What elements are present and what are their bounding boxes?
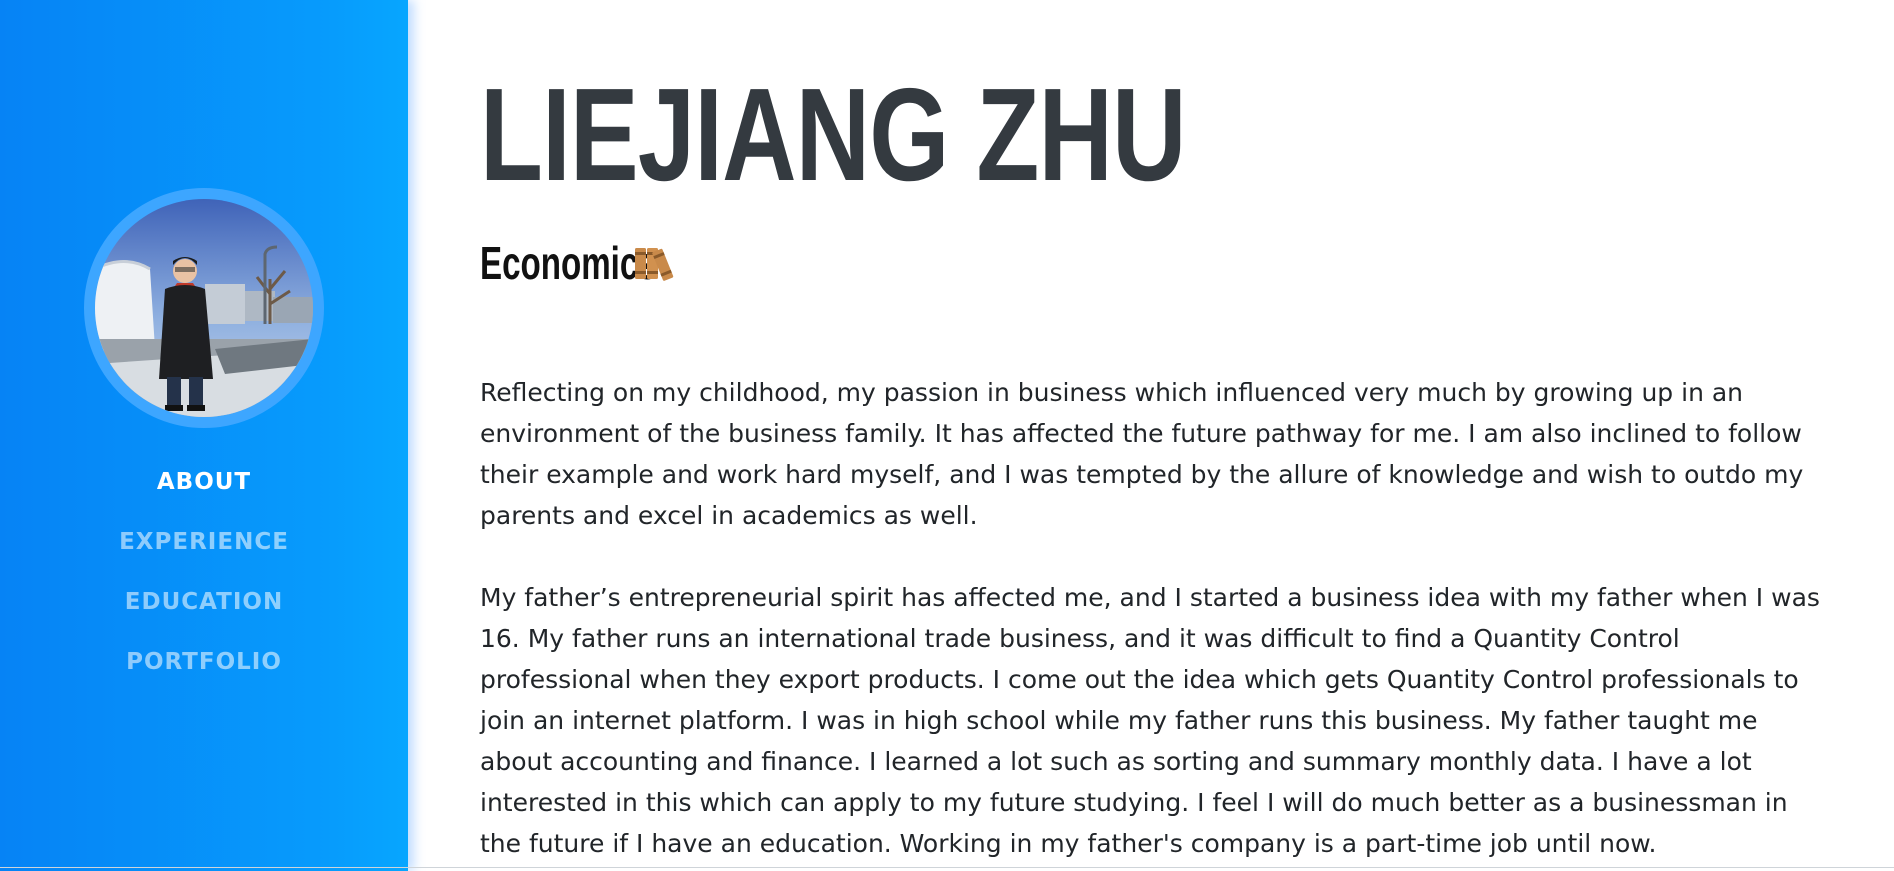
nav-item-portfolio[interactable]: PORTFOLIO [0,642,408,702]
sidebar-nav: ABOUT EXPERIENCE EDUCATION PORTFOLIO [0,462,408,702]
nav-item-education[interactable]: EDUCATION [0,582,408,642]
subtitle-text: Economics [480,237,657,289]
books-icon [635,248,674,281]
avatar-photo [95,199,313,417]
nav-item-experience[interactable]: EXPERIENCE [0,522,408,582]
bottom-divider [0,867,1894,868]
about-paragraph: Reflecting on my childhood, my passion i… [480,378,1804,530]
avatar-ring [84,188,324,428]
page-title: LIEJIANG ZHU [480,61,1186,208]
avatar [95,199,313,417]
sidebar: ABOUT EXPERIENCE EDUCATION PORTFOLIO [0,0,408,871]
subtitle: Economics [480,238,725,288]
about-paragraph: My father’s entrepreneurial spirit has a… [480,583,1820,858]
nav-item-about[interactable]: ABOUT [0,462,408,522]
